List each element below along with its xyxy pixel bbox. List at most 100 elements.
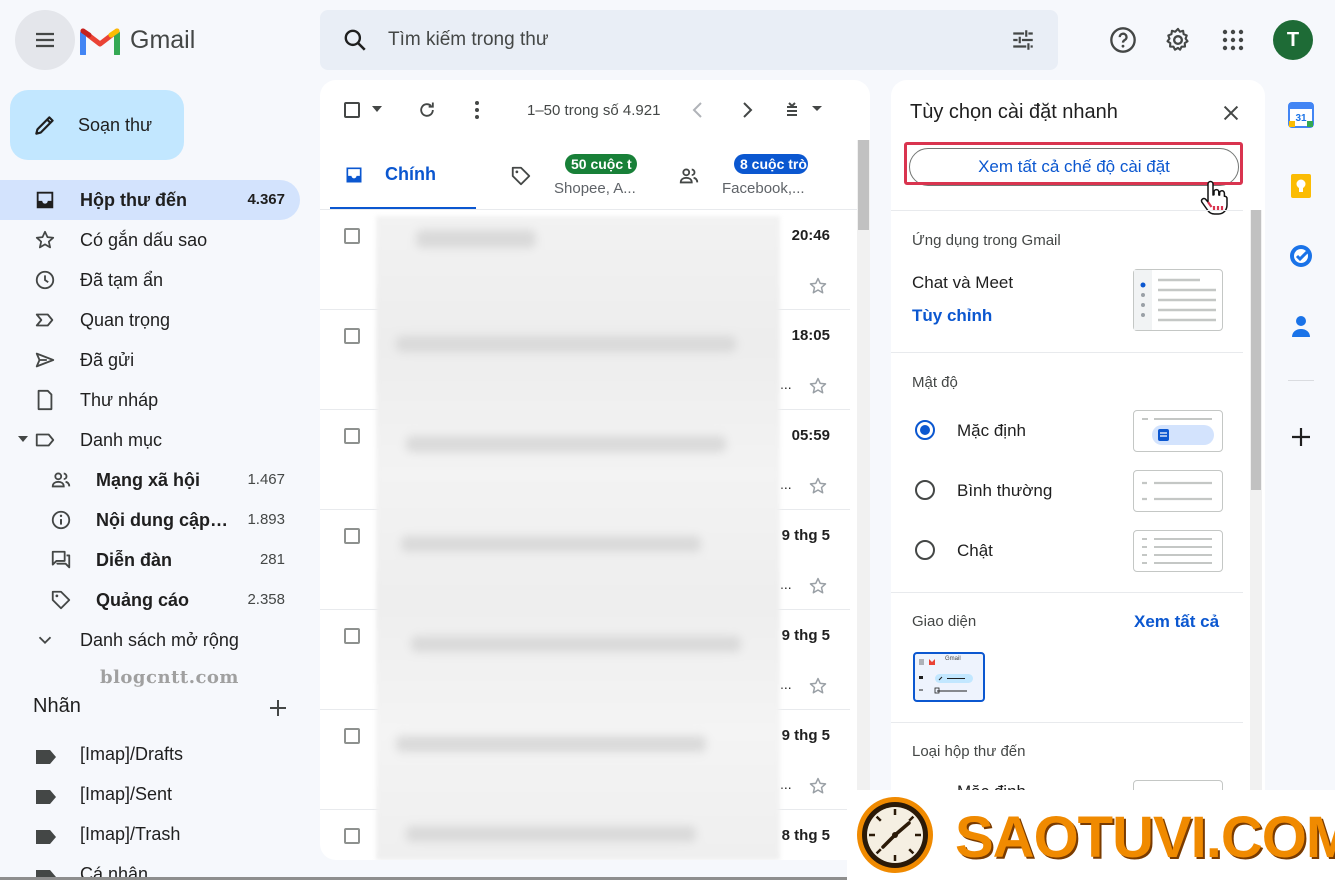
chat-meet-preview [1133,269,1223,331]
select-all-checkbox[interactable] [344,102,360,118]
tag-icon [50,589,72,611]
search-bar[interactable] [320,10,1058,70]
label-name: [Imap]/Trash [80,824,181,844]
label-item[interactable]: [Imap]/Drafts [0,735,300,775]
nav-label: Có gắn dấu sao [80,230,208,250]
nav-item-starred[interactable]: Có gắn dấu sao [0,220,300,260]
tab-primary[interactable]: Chính [330,140,476,210]
refresh-icon[interactable] [417,100,437,120]
nav-item-categories[interactable]: Danh mục [0,420,300,460]
row-checkbox[interactable] [344,628,360,644]
nav-item-important[interactable]: Quan trọng [0,300,300,340]
row-checkbox[interactable] [344,428,360,444]
nav-item-sent[interactable]: Đã gửi [0,340,300,380]
search-options-icon[interactable] [1010,27,1036,53]
gmail-logo[interactable]: Gmail [80,22,195,58]
row-snippet-ellipsis: ... [780,676,792,692]
category-updates[interactable]: Nội dung cập nhật 1.893 [0,500,300,540]
row-checkbox[interactable] [344,828,360,844]
keep-icon[interactable] [1288,173,1314,199]
quick-settings-scrollbar[interactable] [1250,210,1262,880]
qs-divider [891,210,1243,211]
category-label: Quảng cáo [96,590,190,610]
nav-item-drafts[interactable]: Thư nháp [0,380,300,420]
nav-item-snoozed[interactable]: Đã tạm ẩn [0,260,300,300]
input-tools-icon[interactable] [784,99,824,121]
nav-item-inbox[interactable]: Hộp thư đến 4.367 [0,180,300,220]
label-item[interactable]: [Imap]/Trash [0,815,300,855]
star-icon[interactable] [808,776,828,796]
row-checkbox[interactable] [344,328,360,344]
category-count: 1.893 [247,511,285,528]
inbox-icon [344,165,364,185]
star-icon[interactable] [808,376,828,396]
tab-primary-label: Chính [385,164,436,184]
help-button[interactable] [1105,22,1141,58]
site-watermark: SAOTUVI.COM [847,790,1335,880]
star-icon[interactable] [808,576,828,596]
account-avatar[interactable]: T [1273,20,1313,60]
density-default-radio[interactable] [915,420,935,440]
select-dropdown-icon[interactable] [372,106,382,112]
category-social[interactable]: Mạng xã hội 1.467 [0,460,300,500]
settings-button[interactable] [1160,22,1196,58]
row-snippet-ellipsis: ... [780,376,792,392]
row-time: 9 thg 5 [781,527,830,544]
search-input[interactable] [388,29,968,51]
contacts-icon[interactable] [1288,313,1314,339]
theme-see-all-link[interactable]: Xem tất cả [1134,612,1219,632]
chevron-right-icon[interactable] [739,101,755,119]
category-promotions[interactable]: Quảng cáo 2.358 [0,580,300,620]
density-compact-radio[interactable] [915,540,935,560]
star-icon[interactable] [808,476,828,496]
promotions-badge: 50 cuộc t [565,154,637,174]
main-menu-button[interactable] [15,10,75,70]
theme-preview[interactable]: Gmail [913,652,985,702]
tasks-icon[interactable] [1288,243,1314,269]
star-icon[interactable] [808,276,828,296]
help-icon [1109,26,1137,54]
customize-link[interactable]: Tùy chỉnh [912,306,992,326]
density-comfortable-radio[interactable] [915,480,935,500]
gmail-m-icon [80,25,120,55]
hamburger-icon [33,28,57,52]
mail-scrollbar-thumb[interactable] [858,140,869,230]
add-label-icon[interactable] [266,696,290,720]
density-section-title: Mật độ [912,374,958,391]
category-count: 2.358 [247,591,285,608]
row-checkbox[interactable] [344,528,360,544]
star-icon [34,229,56,251]
nav-label: Thư nháp [80,390,159,410]
apps-section-title: Ứng dụng trong Gmail [912,232,1061,249]
tab-promotions[interactable]: 50 cuộc t Shopee, A... [500,140,670,210]
quick-settings-scrollbar-thumb[interactable] [1251,210,1261,490]
row-checkbox[interactable] [344,728,360,744]
apps-button[interactable] [1215,22,1251,58]
forum-icon [50,549,72,571]
more-vert-icon[interactable] [469,100,485,120]
add-addon-icon[interactable] [1288,424,1314,450]
category-forums[interactable]: Diễn đàn 281 [0,540,300,580]
row-time: 8 thg 5 [781,827,830,844]
highlight-annotation [904,142,1243,185]
caret-down-icon[interactable] [18,436,28,442]
close-icon[interactable] [1220,102,1242,124]
nav-item-more[interactable]: Danh sách mở rộng [0,620,300,660]
mail-scrollbar[interactable] [857,140,870,860]
calendar-icon[interactable]: 31 [1288,102,1314,128]
chevron-left-icon[interactable] [690,101,706,119]
search-icon[interactable] [342,27,368,53]
star-icon[interactable] [808,676,828,696]
label-item[interactable]: [Imap]/Sent [0,775,300,815]
density-compact-preview [1133,530,1223,572]
nav-label: Đã gửi [80,350,135,370]
row-checkbox[interactable] [344,228,360,244]
nav-label: Quan trọng [80,310,171,330]
compose-button[interactable]: Soạn thư [10,90,184,160]
category-count: 281 [259,551,285,568]
theme-section-title: Giao diện [912,613,977,630]
density-default-preview [1133,410,1223,452]
blurred-mail-content [376,216,780,860]
pencil-icon [32,112,58,138]
tab-social[interactable]: 8 cuộc trò Facebook,... [670,140,850,210]
